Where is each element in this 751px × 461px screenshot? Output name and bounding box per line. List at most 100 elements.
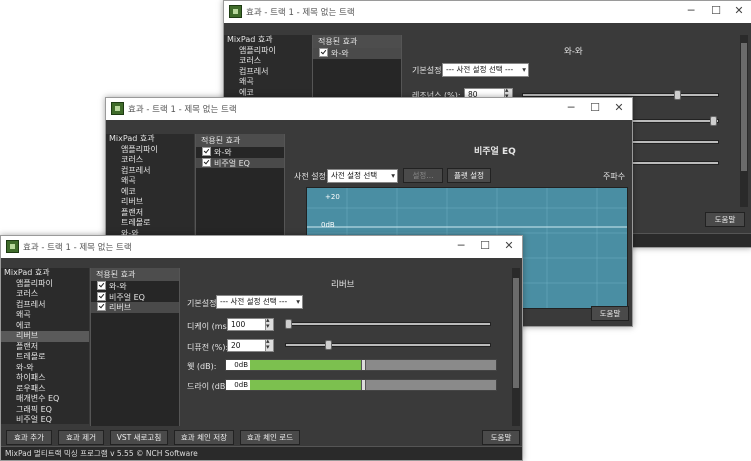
help-button[interactable]: 도움말: [705, 212, 745, 227]
titlebar[interactable]: 효과 - 트랙 1 - 제목 없는 트랙 ─ ☐ ✕: [106, 98, 632, 120]
maximize-icon[interactable]: ☐: [478, 239, 492, 253]
tree-item[interactable]: 컴프레서: [106, 166, 194, 177]
help-button[interactable]: 도움말: [591, 306, 629, 321]
decay-spinner[interactable]: [265, 316, 274, 331]
checkbox-icon[interactable]: [97, 291, 106, 301]
tree-item[interactable]: 트레몰로: [1, 352, 89, 363]
save-chain-button[interactable]: 효과 체인 저장: [174, 430, 234, 445]
tree-item[interactable]: 왜곡: [224, 77, 312, 88]
load-chain-button[interactable]: 효과 체인 로드: [240, 430, 300, 445]
applied-effect-item[interactable]: 와-와: [196, 147, 284, 158]
tree-item[interactable]: 코러스: [1, 289, 89, 300]
tree-item[interactable]: 트레몰로: [106, 218, 194, 229]
status-bar: MixPad 멀티트랙 믹싱 프로그램 v 5.55 © NCH Softwar…: [1, 446, 522, 460]
param-slider-4[interactable]: [632, 161, 719, 165]
decay-slider-thumb[interactable]: [285, 319, 292, 329]
tree-item[interactable]: MixPad 효과: [1, 268, 89, 279]
tree-item[interactable]: 에코: [1, 321, 89, 332]
applied-effects-list[interactable]: 적용된 효과 와-와 비주얼 EQ: [195, 134, 285, 246]
tree-item[interactable]: 로우패스: [1, 384, 89, 395]
add-effect-button[interactable]: 효과 추가: [6, 430, 52, 445]
titlebar[interactable]: 효과 - 트랙 1 - 제목 없는 트랙 ─ ☐ ✕: [224, 1, 751, 23]
applied-effect-item[interactable]: 비주얼 EQ: [91, 291, 179, 303]
applied-effect-item[interactable]: 비주얼 EQ: [196, 157, 284, 168]
preset-select[interactable]: --- 사전 설정 선택 ---: [216, 295, 303, 309]
applied-effect-item[interactable]: 리버브: [91, 302, 179, 313]
tree-item[interactable]: 매개변수 EQ: [1, 394, 89, 405]
tree-item[interactable]: 와-와: [1, 363, 89, 374]
minimize-icon[interactable]: ─: [454, 239, 468, 253]
wet-level-knob[interactable]: [361, 360, 367, 370]
tree-item[interactable]: 코러스: [224, 56, 312, 67]
resonance-slider-thumb[interactable]: [674, 90, 681, 100]
minimize-icon[interactable]: ─: [684, 4, 698, 18]
effect-tree[interactable]: MixPad 효과앰플리파이코러스컴프레서왜곡에코리버브: [224, 35, 312, 103]
titlebar[interactable]: 효과 - 트랙 1 - 제목 없는 트랙 ─ ☐ ✕: [1, 236, 522, 258]
dry-level-knob[interactable]: [361, 380, 367, 390]
applied-effects-header: 적용된 효과: [313, 35, 401, 48]
tree-item[interactable]: 플랜저: [1, 342, 89, 353]
checkbox-icon[interactable]: [97, 302, 106, 311]
param-slider-2-thumb[interactable]: [710, 116, 717, 126]
maximize-icon[interactable]: ☐: [588, 101, 602, 115]
decay-input[interactable]: 100: [227, 318, 266, 331]
dry-level-meter[interactable]: 0dB: [225, 379, 497, 391]
diffusion-spinner[interactable]: [265, 337, 274, 352]
maximize-icon[interactable]: ☐: [709, 4, 723, 18]
diffusion-slider-thumb[interactable]: [324, 340, 332, 350]
tree-item[interactable]: 앰플리파이: [224, 46, 312, 57]
vst-refresh-button[interactable]: VST 새로고침: [110, 430, 168, 445]
checkbox-icon[interactable]: [202, 147, 211, 156]
tree-item[interactable]: 왜곡: [1, 310, 89, 321]
status-text: MixPad 멀티트랙 믹싱 프로그램 v 5.55 © NCH Softwar…: [5, 449, 198, 458]
close-icon[interactable]: ✕: [612, 101, 626, 115]
wet-label: 웻 (dB):: [187, 362, 217, 371]
tree-item[interactable]: 앰플리파이: [1, 279, 89, 290]
checkbox-icon[interactable]: [202, 157, 211, 167]
decay-slider[interactable]: [285, 322, 491, 326]
preset-select[interactable]: 사전 설정 선택: [327, 169, 398, 183]
param-slider-2[interactable]: [632, 119, 719, 123]
tree-item[interactable]: MixPad 효과: [106, 134, 194, 145]
tree-item[interactable]: 에코: [106, 187, 194, 198]
checkbox-icon[interactable]: [97, 281, 106, 290]
tree-item[interactable]: 컴프레서: [1, 300, 89, 311]
scrollbar-thumb[interactable]: [741, 43, 747, 171]
tree-item[interactable]: 왜곡: [106, 176, 194, 187]
diffusion-slider[interactable]: [285, 343, 491, 347]
scrollbar-thumb[interactable]: [513, 278, 519, 388]
db-zero-label: 0dB: [321, 221, 335, 229]
effect-tree[interactable]: MixPad 효과앰플리파이코러스컴프레서왜곡에코리버브플랜저트레몰로와-와하이…: [106, 134, 194, 244]
effect-tree[interactable]: MixPad 효과앰플리파이코러스컴프레서왜곡에코리버브플랜저트레몰로와-와하이…: [1, 268, 89, 424]
help-button[interactable]: 도움말: [482, 430, 520, 445]
diffusion-input[interactable]: 20: [227, 339, 266, 352]
tree-item[interactable]: 플랜저: [106, 208, 194, 219]
wet-level-meter[interactable]: 0dB: [225, 359, 497, 371]
tree-item[interactable]: 컴프레서: [224, 67, 312, 78]
applied-effect-item[interactable]: 와-와: [313, 48, 401, 59]
vertical-scrollbar[interactable]: [512, 268, 520, 426]
param-slider-3[interactable]: [632, 140, 719, 144]
applied-effects-list[interactable]: 적용된 효과 와-와: [312, 35, 402, 105]
tree-item[interactable]: 앰플리파이: [106, 145, 194, 156]
tree-item[interactable]: 비주얼 EQ: [1, 415, 89, 424]
tree-item[interactable]: MixPad 효과: [224, 35, 312, 46]
preset-select[interactable]: --- 사전 설정 선택 ---: [442, 63, 529, 77]
effects-window-front: 효과 - 트랙 1 - 제목 없는 트랙 ─ ☐ ✕ MixPad 효과 앰플리파…: [0, 235, 523, 461]
tree-item[interactable]: 코러스: [106, 155, 194, 166]
close-icon[interactable]: ✕: [732, 4, 746, 18]
tree-item[interactable]: 리버브: [106, 197, 194, 208]
close-icon[interactable]: ✕: [502, 239, 516, 253]
settings-button[interactable]: 설정...: [403, 168, 443, 183]
flat-setting-button[interactable]: 플랫 설정: [447, 168, 491, 183]
tree-item[interactable]: 리버브: [1, 331, 89, 342]
applied-effect-item[interactable]: 와-와: [91, 281, 179, 292]
remove-effect-button[interactable]: 효과 제거: [58, 430, 104, 445]
tree-item[interactable]: 하이패스: [1, 373, 89, 384]
vertical-scrollbar[interactable]: [740, 35, 748, 207]
tree-item[interactable]: 그래픽 EQ: [1, 405, 89, 416]
applied-effects-list[interactable]: 적용된 효과 와-와 비주얼 EQ 리버브: [90, 268, 180, 426]
checkbox-icon[interactable]: [319, 48, 328, 57]
minimize-icon[interactable]: ─: [564, 101, 578, 115]
diffusion-label: 디퓨전 (%):: [187, 343, 229, 352]
